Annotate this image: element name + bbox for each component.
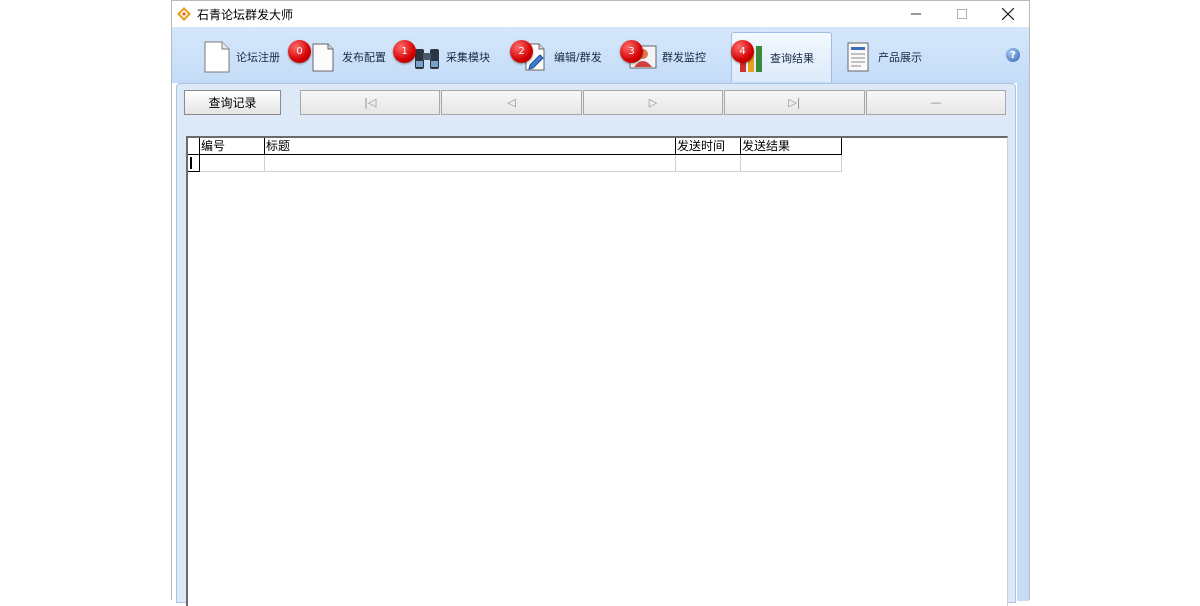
- tab-publish-config[interactable]: 发布配置: [308, 32, 386, 82]
- maximize-icon: [957, 9, 967, 19]
- row-indicator-icon: [188, 155, 200, 172]
- tab-label: 采集模块: [446, 51, 490, 64]
- step-badge: 4: [731, 40, 754, 63]
- tab-label: 论坛注册: [236, 51, 280, 64]
- query-records-button[interactable]: 查询记录: [184, 90, 281, 115]
- close-button[interactable]: [985, 1, 1031, 27]
- cell-title[interactable]: [265, 155, 676, 172]
- title-bar: 石青论坛群发大师: [172, 1, 1029, 27]
- cell-send-result[interactable]: [741, 155, 842, 172]
- column-header-send-time[interactable]: 发送时间: [676, 138, 741, 155]
- grid-header: 编号 标题 发送时间 发送结果: [188, 138, 842, 155]
- tab-label: 发布配置: [342, 51, 386, 64]
- document-icon: [312, 43, 334, 72]
- app-logo-icon: [177, 7, 191, 21]
- record-navigator: |◁ ◁ ▷ ▷| —: [300, 90, 1007, 115]
- step-badge: 0: [288, 40, 311, 63]
- window-title: 石青论坛群发大师: [197, 8, 294, 22]
- tab-label: 群发监控: [662, 51, 706, 64]
- cell-send-time[interactable]: [676, 155, 741, 172]
- panel-scroll-strip: [1017, 83, 1029, 601]
- tab-edit-send[interactable]: 编辑/群发: [520, 32, 602, 82]
- ribbon-toolbar: 论坛注册 0 发布配置 1 采集模块 2 编辑/群发 3 群发监控 查询结果 4…: [172, 27, 1029, 83]
- column-header-send-result[interactable]: 发送结果: [741, 138, 842, 155]
- minimize-button[interactable]: [893, 1, 939, 27]
- table-row[interactable]: [188, 155, 842, 172]
- first-record-button[interactable]: |◁: [300, 90, 441, 115]
- close-icon: [1002, 8, 1014, 20]
- query-results-panel: 查询记录 |◁ ◁ ▷ ▷| — 编号 标题 发送时间 发送结果: [176, 83, 1016, 606]
- step-badge: 3: [620, 40, 643, 63]
- next-record-button[interactable]: ▷: [582, 90, 724, 115]
- header-indicator: [188, 138, 200, 155]
- delete-record-button[interactable]: —: [865, 90, 1007, 115]
- prev-record-button[interactable]: ◁: [441, 90, 582, 115]
- tab-label: 产品展示: [878, 51, 922, 64]
- column-header-id[interactable]: 编号: [200, 138, 265, 155]
- results-grid[interactable]: 编号 标题 发送时间 发送结果: [186, 136, 1008, 606]
- report-icon: [847, 42, 869, 72]
- tab-collect-module[interactable]: 采集模块: [412, 32, 490, 82]
- app-window: 石青论坛群发大师 论坛注册 0 发布配置 1 采集模块 2 编辑/群发 3 群发…: [171, 0, 1030, 606]
- step-badge: 2: [510, 40, 533, 63]
- blank-document-icon: [204, 41, 230, 73]
- last-record-button[interactable]: ▷|: [724, 90, 865, 115]
- tab-label: 编辑/群发: [554, 51, 602, 64]
- column-header-title[interactable]: 标题: [265, 138, 676, 155]
- minimize-icon: [911, 13, 921, 15]
- step-badge: 1: [393, 40, 416, 63]
- tab-product-showcase[interactable]: 产品展示: [844, 32, 922, 82]
- help-icon[interactable]: ?: [1006, 48, 1020, 62]
- tab-label: 查询结果: [770, 51, 814, 65]
- cell-id[interactable]: [200, 155, 265, 172]
- maximize-button[interactable]: [939, 1, 985, 27]
- tab-forum-register[interactable]: 论坛注册: [202, 32, 280, 82]
- binoculars-icon: [415, 49, 439, 69]
